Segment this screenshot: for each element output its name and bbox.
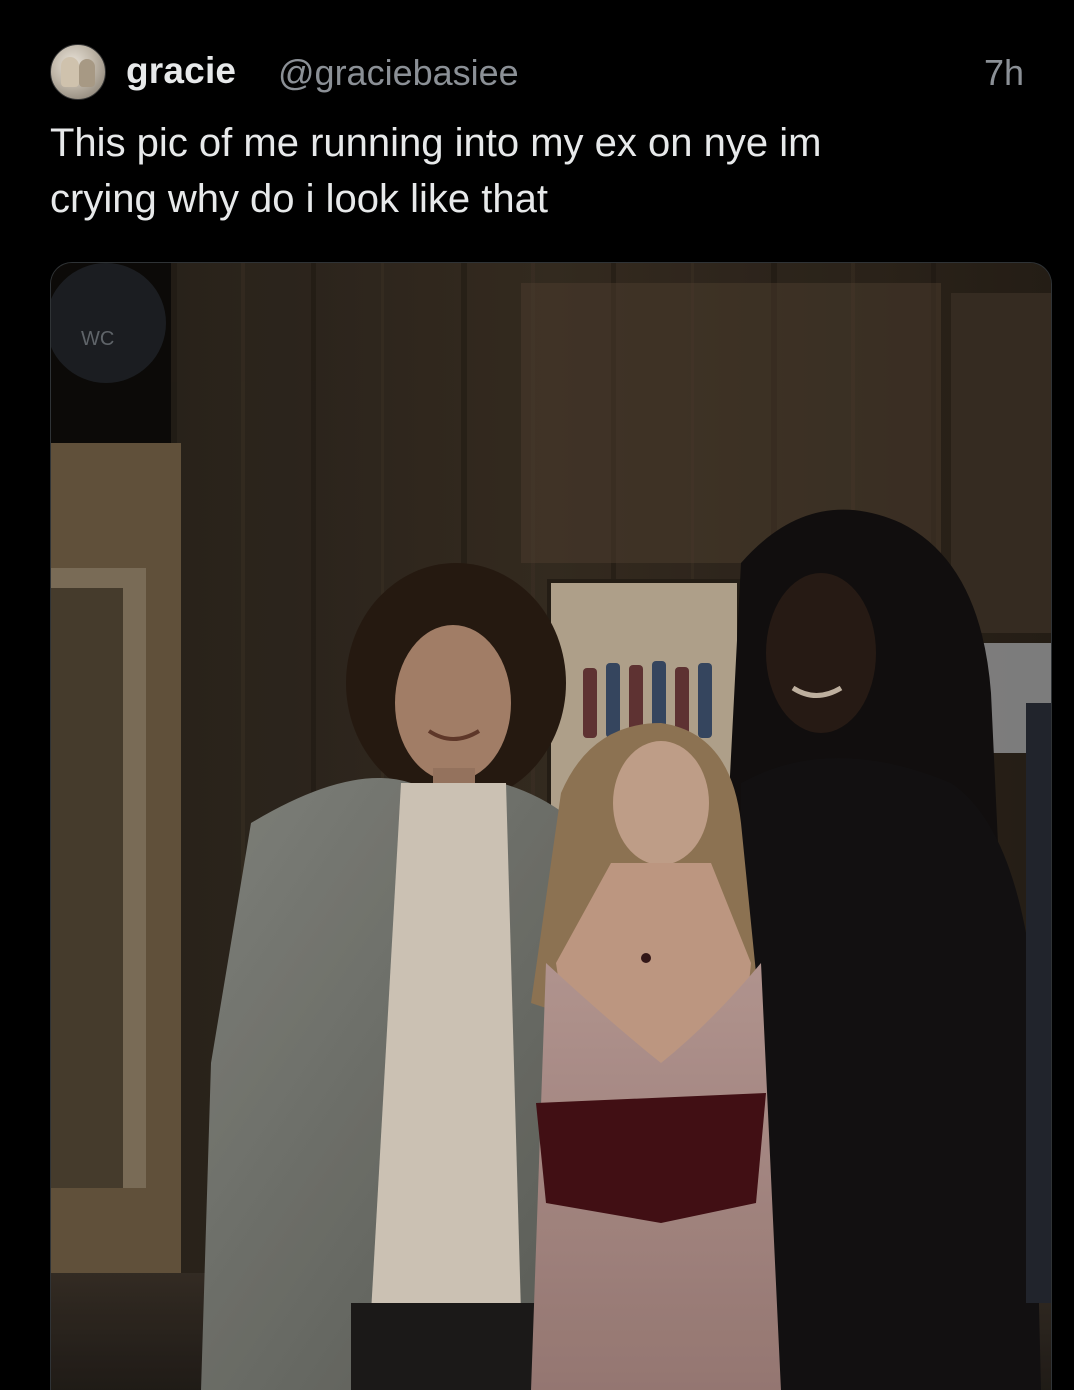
tweet-header: gracie @graciebasiee 7h <box>50 42 1050 106</box>
photo-vignette <box>51 263 1051 1390</box>
photo-illustration: WC <box>51 263 1051 1390</box>
avatar-figure-left <box>61 57 79 87</box>
tweet-timestamp[interactable]: 7h <box>984 52 1024 94</box>
user-avatar[interactable] <box>50 44 106 100</box>
tweet-photo[interactable]: WC <box>50 262 1052 1390</box>
tweet-card[interactable]: gracie @graciebasiee 7h This pic of me r… <box>0 0 1074 1390</box>
tweet-text: This pic of me running into my ex on nye… <box>50 121 822 221</box>
avatar-figure-right <box>79 59 95 87</box>
display-name[interactable]: gracie <box>126 50 236 92</box>
user-handle[interactable]: @graciebasiee <box>278 52 519 94</box>
